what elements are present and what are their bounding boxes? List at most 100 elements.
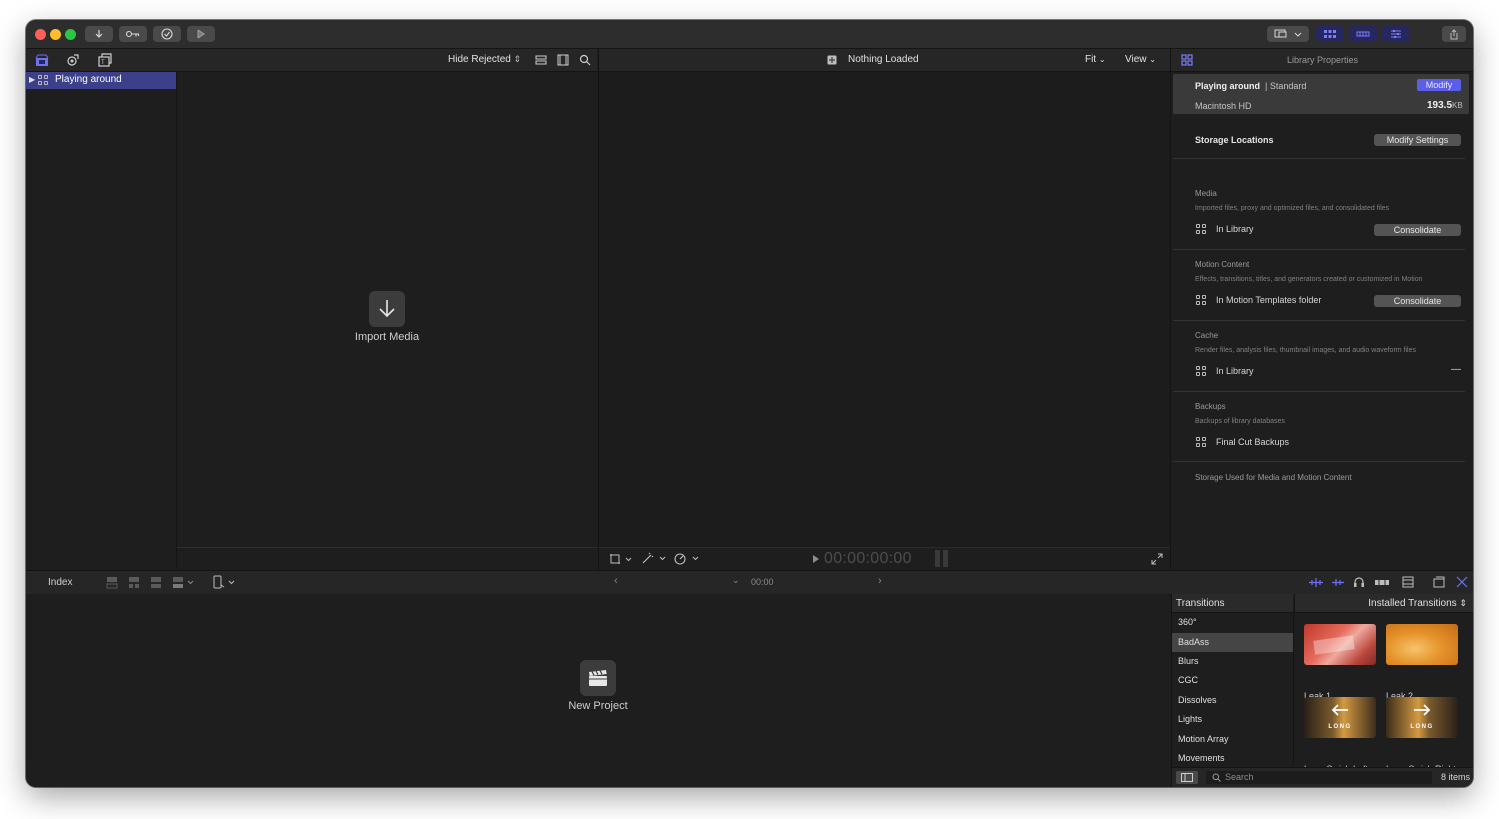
cache-section-title: Cache	[1195, 331, 1219, 340]
select-tool-icon[interactable]	[212, 575, 238, 590]
share-icon	[1450, 28, 1458, 39]
new-project-label: New Project	[568, 700, 628, 712]
play-icon[interactable]	[812, 554, 820, 564]
transform-icon[interactable]	[609, 553, 633, 565]
library-name: Playing around	[55, 74, 122, 85]
consolidate-media-button[interactable]: Consolidate	[1374, 224, 1461, 236]
snapping-icon[interactable]	[1402, 576, 1414, 588]
headphones-icon[interactable]	[1353, 576, 1365, 588]
minimize-window-button[interactable]	[50, 29, 61, 40]
overwrite-clip-icon[interactable]	[172, 576, 198, 589]
enhance-wand-icon[interactable]	[641, 552, 667, 565]
chevron-down-icon: ⌄	[1149, 55, 1156, 64]
fit-zoom-menu[interactable]: Fit ⌄	[1085, 54, 1106, 65]
library-item[interactable]: ▶ Playing around	[26, 72, 176, 89]
category-badass[interactable]: BadAss	[1172, 633, 1293, 652]
clip-appearance-icon[interactable]	[535, 54, 547, 66]
close-window-button[interactable]	[35, 29, 46, 40]
modify-button[interactable]: Modify	[1417, 79, 1461, 91]
chevron-right-icon[interactable]: ›	[878, 575, 882, 587]
category-movements[interactable]: Movements	[1172, 749, 1293, 764]
viewer-controls: 00:00:00:00	[598, 547, 1170, 570]
consolidate-motion-button[interactable]: Consolidate	[1374, 295, 1461, 307]
library-inspector: Playing around | Standard Modify Macinto…	[1170, 72, 1473, 569]
category-blurs[interactable]: Blurs	[1172, 652, 1293, 671]
category-motion-array[interactable]: Motion Array	[1172, 730, 1293, 749]
sliders-icon	[1391, 30, 1401, 38]
download-arrow-icon	[95, 30, 103, 38]
import-media-label: Import Media	[354, 331, 420, 343]
timeline-toggle-button[interactable]	[1349, 26, 1377, 42]
zoom-window-button[interactable]	[65, 29, 76, 40]
libraries-icon[interactable]	[35, 54, 49, 67]
items-count: 8 items	[1440, 772, 1470, 782]
clip-appearance-timeline-icon[interactable]	[1433, 576, 1445, 588]
view-menu[interactable]: View ⌄	[1125, 54, 1156, 65]
share-button[interactable]	[1442, 26, 1466, 42]
photos-audio-icon[interactable]	[66, 53, 80, 67]
search-icon[interactable]	[579, 54, 591, 66]
transitions-header: Transitions	[1172, 594, 1293, 613]
timeline-icon	[1356, 31, 1370, 37]
backups-section-desc: Backups of library databases	[1195, 418, 1285, 425]
import-button[interactable]	[85, 26, 113, 42]
transitions-search-field[interactable]: Search	[1206, 771, 1432, 784]
filmstrip-icon[interactable]	[557, 54, 569, 66]
background-tasks-button[interactable]	[153, 26, 181, 42]
transitions-title: Transitions	[1176, 598, 1225, 609]
timeline-timecode: 00:00	[751, 577, 774, 587]
app-window: T Hide Rejected ⇕ ▶ Playing around Impor…	[26, 20, 1473, 787]
playback-button[interactable]	[187, 26, 215, 42]
fullscreen-icon[interactable]	[1151, 553, 1163, 565]
chevron-left-icon[interactable]: ‹	[614, 575, 618, 587]
pause-bar-right	[943, 550, 948, 567]
arrow-left-icon	[1331, 704, 1348, 716]
modify-settings-button[interactable]: Modify Settings	[1374, 134, 1461, 146]
import-media-button[interactable]	[369, 291, 405, 327]
effects-browser-icon[interactable]	[1456, 576, 1468, 588]
hide-rejected-filter[interactable]: Hide Rejected ⇕	[448, 54, 521, 65]
leak-1-thumbnail[interactable]	[1304, 624, 1376, 665]
insert-clip-icon[interactable]	[128, 576, 140, 589]
sidebar-icon	[1181, 773, 1193, 782]
installed-label-text: Installed Transitions	[1368, 598, 1457, 609]
speed-gauge-icon[interactable]	[674, 552, 700, 565]
transition-categories: 360° BadAss Blurs CGC Dissolves Lights M…	[1172, 613, 1293, 764]
keywords-button[interactable]	[119, 26, 147, 42]
sidebar-toggle-button[interactable]	[1176, 771, 1198, 784]
connect-clip-icon[interactable]	[106, 576, 118, 589]
browser-toolbar: T Hide Rejected ⇕	[26, 49, 597, 72]
long-swish-left-thumbnail[interactable]: LONG	[1304, 697, 1376, 738]
category-lights[interactable]: Lights	[1172, 710, 1293, 729]
workspace-icon	[1274, 29, 1302, 38]
inspector-toggle-button[interactable]	[1382, 26, 1410, 42]
viewer-timecode: 00:00:00:00	[824, 550, 912, 567]
pause-bar-left	[935, 550, 940, 567]
installed-transitions-menu[interactable]: Installed Transitions ⇕	[1294, 594, 1473, 613]
fit-label: Fit	[1085, 54, 1097, 65]
new-project-button[interactable]	[580, 660, 616, 696]
category-360[interactable]: 360°	[1172, 613, 1293, 632]
library-size: 193.5KB	[1427, 100, 1463, 111]
chevron-down-icon[interactable]: ⌄	[732, 575, 740, 586]
search-placeholder: Search	[1225, 772, 1254, 782]
media-section-desc: Imported files, proxy and optimized file…	[1195, 205, 1390, 212]
solo-icon[interactable]	[1374, 577, 1390, 588]
index-button[interactable]: Index	[48, 577, 72, 588]
long-swish-right-thumbnail[interactable]: LONG	[1386, 697, 1458, 738]
motion-location-value: In Motion Templates folder	[1216, 295, 1322, 305]
category-cgc[interactable]: CGC	[1172, 671, 1293, 690]
chevron-down-icon: ⌄	[1098, 55, 1106, 64]
append-clip-icon[interactable]	[150, 576, 162, 589]
cache-location-value: In Library	[1216, 366, 1254, 376]
workspace-menu-button[interactable]	[1267, 26, 1309, 42]
audio-skimming-icon[interactable]	[1331, 577, 1345, 588]
skimming-icon[interactable]	[1308, 577, 1324, 588]
browser-toggle-button[interactable]	[1316, 26, 1344, 42]
leak-2-thumbnail[interactable]	[1386, 624, 1458, 665]
category-dissolves[interactable]: Dissolves	[1172, 691, 1293, 710]
titles-generators-icon[interactable]: T	[98, 53, 112, 67]
clapperboard-icon	[589, 670, 607, 686]
disclosure-triangle-icon[interactable]: ▶	[29, 75, 35, 84]
library-icon	[38, 75, 48, 85]
